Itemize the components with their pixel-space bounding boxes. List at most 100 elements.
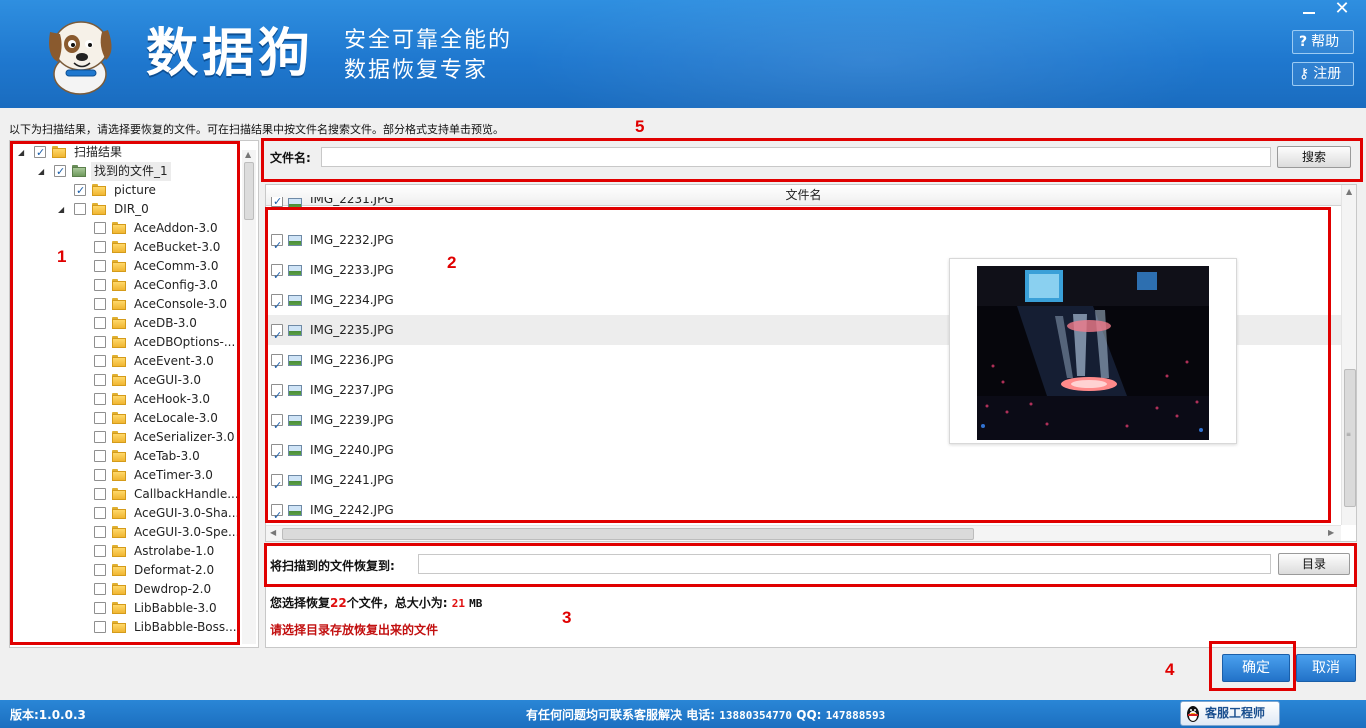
row-checkbox[interactable] xyxy=(271,411,283,441)
folder-icon xyxy=(112,545,126,557)
customer-service-label: 客服工程师 xyxy=(1205,706,1266,720)
folder-icon xyxy=(112,526,126,538)
tree-checkbox[interactable] xyxy=(54,162,66,181)
tree-item[interactable]: ◢ 找到的文件_1 xyxy=(30,162,250,181)
tree-item[interactable]: LibBabble-Boss... xyxy=(70,618,250,637)
list-item[interactable]: IMG_2241.JPG xyxy=(266,465,1341,501)
expand-arrow-icon[interactable]: ◢ xyxy=(38,162,48,181)
row-checkbox[interactable] xyxy=(271,231,283,261)
row-checkbox[interactable] xyxy=(271,471,283,501)
tree-checkbox[interactable] xyxy=(94,317,106,329)
tree-item[interactable]: AceTimer-3.0 xyxy=(70,466,250,485)
folder-tree[interactable]: ◢ 扫描结果 ◢ 找到的文件_1picture ◢ DIR_0 AceAddon-3.0 Ac… xyxy=(9,140,259,648)
tree-checkbox[interactable] xyxy=(74,203,86,215)
tree-scroll-thumb[interactable] xyxy=(244,162,254,220)
file-list-hscrollbar[interactable]: ◀ ▶ xyxy=(266,525,1341,541)
tree-checkbox[interactable] xyxy=(94,298,106,310)
file-list-vscrollbar[interactable]: ▲ ≡ xyxy=(1341,185,1356,525)
tree-item[interactable]: ◢ DIR_0 xyxy=(50,200,250,219)
tree-item[interactable]: AceGUI-3.0 xyxy=(70,371,250,390)
tree-checkbox[interactable] xyxy=(94,602,106,614)
tree-item[interactable]: AceBucket-3.0 xyxy=(70,238,250,257)
tree-item[interactable]: picture xyxy=(50,181,250,200)
help-button[interactable]: ? 帮助 xyxy=(1292,30,1354,54)
row-checkbox[interactable] xyxy=(271,441,283,471)
tree-item[interactable]: Astrolabe-1.0 xyxy=(70,542,250,561)
tree-item[interactable]: CallbackHandle... xyxy=(70,485,250,504)
tree-scrollbar[interactable]: ▲ xyxy=(242,150,256,644)
tree-checkbox[interactable] xyxy=(34,143,46,162)
file-list-vscroll-thumb[interactable] xyxy=(1344,369,1356,507)
filename-search-input[interactable] xyxy=(321,147,1271,167)
tree-checkbox[interactable] xyxy=(94,488,106,500)
tree-checkbox[interactable] xyxy=(94,222,106,234)
tree-checkbox[interactable] xyxy=(94,431,106,443)
tree-item[interactable]: AceGUI-3.0-Spe... xyxy=(70,523,250,542)
tree-checkbox[interactable] xyxy=(94,507,106,519)
tree-item[interactable]: LibBabble-3.0 xyxy=(70,599,250,618)
expand-arrow-icon[interactable]: ◢ xyxy=(58,200,68,219)
row-checkbox[interactable] xyxy=(271,381,283,411)
tree-checkbox[interactable] xyxy=(94,526,106,538)
directory-button[interactable]: 目录 xyxy=(1278,553,1350,575)
file-list-hscroll-thumb[interactable] xyxy=(282,528,974,540)
tree-item[interactable]: Deformat-2.0 xyxy=(70,561,250,580)
tree-item[interactable]: AceGUI-3.0-Sha... xyxy=(70,504,250,523)
folder-icon xyxy=(112,431,126,443)
scroll-right-icon[interactable]: ▶ xyxy=(1328,528,1334,537)
tree-checkbox[interactable] xyxy=(94,393,106,405)
tree-checkbox[interactable] xyxy=(94,469,106,481)
row-checkbox[interactable] xyxy=(271,501,283,531)
row-checkbox[interactable] xyxy=(271,351,283,381)
row-checkbox[interactable] xyxy=(271,197,283,212)
list-item[interactable]: IMG_2231.JPG xyxy=(266,197,1341,217)
tree-item[interactable]: AceDBOptions-... xyxy=(70,333,250,352)
tree-checkbox[interactable] xyxy=(94,241,106,253)
tree-item[interactable]: AceAddon-3.0 xyxy=(70,219,250,238)
tree-item[interactable]: AceConsole-3.0 xyxy=(70,295,250,314)
list-item[interactable]: IMG_2242.JPG xyxy=(266,495,1341,531)
tree-item-label: CallbackHandle... xyxy=(134,487,239,501)
register-button[interactable]: ⚷ 注册 xyxy=(1292,62,1354,86)
tree-checkbox[interactable] xyxy=(94,564,106,576)
close-button[interactable]: ✕ xyxy=(1330,0,1354,18)
tree-checkbox[interactable] xyxy=(94,374,106,386)
row-checkbox[interactable] xyxy=(271,321,283,351)
tree-item[interactable]: Dewdrop-2.0 xyxy=(70,580,250,599)
expand-arrow-icon[interactable]: ◢ xyxy=(18,143,28,162)
list-item[interactable]: IMG_2232.JPG xyxy=(266,225,1341,261)
tree-item[interactable]: AceComm-3.0 xyxy=(70,257,250,276)
tree-checkbox[interactable] xyxy=(94,450,106,462)
tree-item[interactable]: AceEvent-3.0 xyxy=(70,352,250,371)
tree-checkbox[interactable] xyxy=(94,336,106,348)
row-checkbox[interactable] xyxy=(271,261,283,291)
minimize-button[interactable] xyxy=(1300,4,1318,18)
tree-item-label: AceGUI-3.0-Spe... xyxy=(134,525,240,539)
tree-item-label: AceHook-3.0 xyxy=(134,392,211,406)
scroll-left-icon[interactable]: ◀ xyxy=(270,528,276,537)
tree-item[interactable]: ◢ 扫描结果 xyxy=(10,143,250,162)
scroll-up-icon[interactable]: ▲ xyxy=(245,150,251,159)
confirm-button[interactable]: 确定 xyxy=(1222,654,1290,682)
tree-checkbox[interactable] xyxy=(74,181,86,200)
tree-item[interactable]: AceDB-3.0 xyxy=(70,314,250,333)
tree-item[interactable]: AceHook-3.0 xyxy=(70,390,250,409)
tree-item[interactable]: AceTab-3.0 xyxy=(70,447,250,466)
tree-checkbox[interactable] xyxy=(94,545,106,557)
restore-directory-input[interactable] xyxy=(418,554,1271,574)
tree-item[interactable]: AceConfig-3.0 xyxy=(70,276,250,295)
tree-checkbox[interactable] xyxy=(94,621,106,633)
cancel-button[interactable]: 取消 xyxy=(1296,654,1356,682)
scroll-up-icon[interactable]: ▲ xyxy=(1346,187,1352,196)
tree-item-label: Dewdrop-2.0 xyxy=(134,582,212,596)
search-button[interactable]: 搜索 xyxy=(1277,146,1351,168)
tree-checkbox[interactable] xyxy=(94,260,106,272)
tree-checkbox[interactable] xyxy=(94,355,106,367)
customer-service-button[interactable]: 客服工程师 xyxy=(1180,701,1280,726)
tree-checkbox[interactable] xyxy=(94,412,106,424)
tree-item[interactable]: AceSerializer-3.0 xyxy=(70,428,250,447)
tree-item[interactable]: AceLocale-3.0 xyxy=(70,409,250,428)
tree-checkbox[interactable] xyxy=(94,583,106,595)
tree-checkbox[interactable] xyxy=(94,279,106,291)
row-checkbox[interactable] xyxy=(271,291,283,321)
